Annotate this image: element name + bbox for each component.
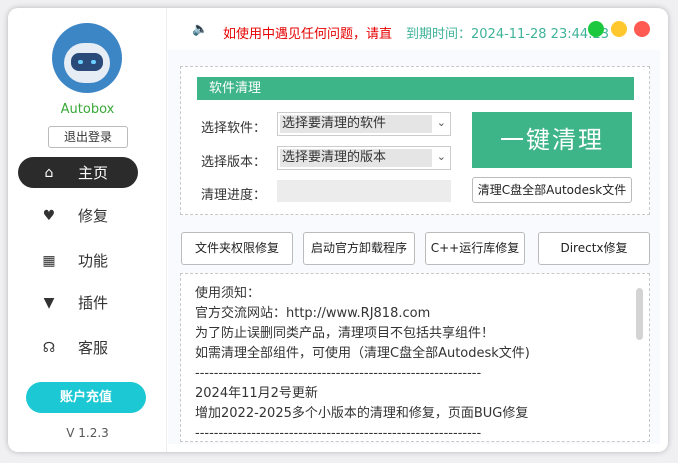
note-line: ----------------------------------------… xyxy=(195,426,482,441)
directx-repair-button[interactable]: Directx修复 xyxy=(538,232,650,265)
minimize-button[interactable] xyxy=(611,21,627,37)
note-line: 2024年11月2号更新 xyxy=(195,386,318,401)
sidebar-item-plugins[interactable]: ▼ 插件 xyxy=(18,287,138,318)
close-button[interactable] xyxy=(634,21,650,37)
software-label: 选择软件： xyxy=(201,121,267,136)
plugin-icon: ▼ xyxy=(43,294,55,311)
one-click-clean-button[interactable]: 一键清理 xyxy=(472,112,632,168)
note-line: 如需清理全部组件，可使用（清理C盘全部Autodesk文件) xyxy=(195,346,530,361)
main-content: 软件清理 选择软件： 选择要清理的软件 ⌄ 选择版本： 选择要清理的版本 ⌄ 清理进… xyxy=(168,50,660,444)
expire-time: 到期时间：2024-11-28 23:44:23 xyxy=(406,27,610,42)
headset-icon: ☊ xyxy=(42,339,56,356)
chevron-down-icon: ⌄ xyxy=(436,116,446,129)
clean-all-autodesk-button[interactable]: 清理C盘全部Autodesk文件 xyxy=(472,177,632,203)
recharge-button[interactable]: 账户充值 xyxy=(26,382,146,413)
software-select[interactable]: 选择要清理的软件 ⌄ xyxy=(277,112,451,136)
sidebar-item-home[interactable]: ⌂ 主页 xyxy=(18,157,138,188)
sidebar-item-label: 客服 xyxy=(78,339,109,357)
note-line: 为了防止误删同类产品，清理项目不包括共享组件！ xyxy=(195,326,495,341)
sidebar-item-repair[interactable]: ♥ 修复 xyxy=(18,200,138,231)
version-select-label: 选择版本： xyxy=(201,155,267,170)
sidebar-item-label: 修复 xyxy=(78,207,109,225)
top-bar: 🔈 如使用中遇见任何问题，请直 到期时间：2024-11-28 23:44:23 xyxy=(168,8,668,50)
logout-button[interactable]: 退出登录 xyxy=(48,126,128,148)
maximize-button[interactable] xyxy=(588,21,604,37)
version-select[interactable]: 选择要清理的版本 ⌄ xyxy=(277,146,451,170)
notes-textbox[interactable]: 使用须知： 官方交流网站：http://www.RJ818.com 为了防止误删同类… xyxy=(180,273,650,442)
sidebar-item-label: 主页 xyxy=(78,164,109,182)
notes-content: 使用须知： 官方交流网站：http://www.RJ818.com 为了防止误删同类… xyxy=(181,274,649,441)
notice-marquee: 如使用中遇见任何问题，请直 xyxy=(223,27,393,42)
brand-name: Autobox xyxy=(60,102,115,117)
chevron-down-icon: ⌄ xyxy=(436,150,446,163)
note-line: 增加2022-2025多个小版本的清理和修复，页面BUG修复 xyxy=(195,406,529,421)
clean-panel: 软件清理 选择软件： 选择要清理的软件 ⌄ 选择版本： 选择要清理的版本 ⌄ 清理进… xyxy=(180,66,650,215)
clean-progress-bar xyxy=(277,180,451,202)
sidebar: Autobox 退出登录 ⌂ 主页 ♥ 修复 ▦ 功能 ▼ 插件 ☊ 客服 账户充值 V … xyxy=(8,8,167,452)
cpp-runtime-repair-button[interactable]: C++运行库修复 xyxy=(425,232,525,265)
speaker-icon: 🔈 xyxy=(192,22,209,37)
note-line: 使用须知： xyxy=(195,286,261,301)
sidebar-item-label: 功能 xyxy=(78,252,109,270)
app-window: Autobox 退出登录 ⌂ 主页 ♥ 修复 ▦ 功能 ▼ 插件 ☊ 客服 账户充值 V … xyxy=(8,8,668,452)
sidebar-item-features[interactable]: ▦ 功能 xyxy=(18,245,138,276)
grid-icon: ▦ xyxy=(42,252,56,269)
note-line: ----------------------------------------… xyxy=(195,366,482,381)
note-line: 官方交流网站：http://www.RJ818.com xyxy=(195,306,431,321)
robot-avatar xyxy=(52,23,122,93)
version-select-value: 选择要清理的版本 xyxy=(280,149,432,167)
heart-icon: ♥ xyxy=(42,207,56,224)
clean-panel-title: 软件清理 xyxy=(197,77,634,100)
scrollbar-thumb[interactable] xyxy=(636,288,643,340)
version-label: V 1.2.3 xyxy=(66,426,109,440)
folder-permission-repair-button[interactable]: 文件夹权限修复 xyxy=(181,232,293,265)
launch-uninstaller-button[interactable]: 启动官方卸载程序 xyxy=(303,232,415,265)
home-icon: ⌂ xyxy=(44,164,54,181)
software-select-value: 选择要清理的软件 xyxy=(280,115,432,133)
sidebar-item-support[interactable]: ☊ 客服 xyxy=(18,332,138,363)
progress-label: 清理进度： xyxy=(201,188,267,203)
sidebar-item-label: 插件 xyxy=(78,294,109,312)
